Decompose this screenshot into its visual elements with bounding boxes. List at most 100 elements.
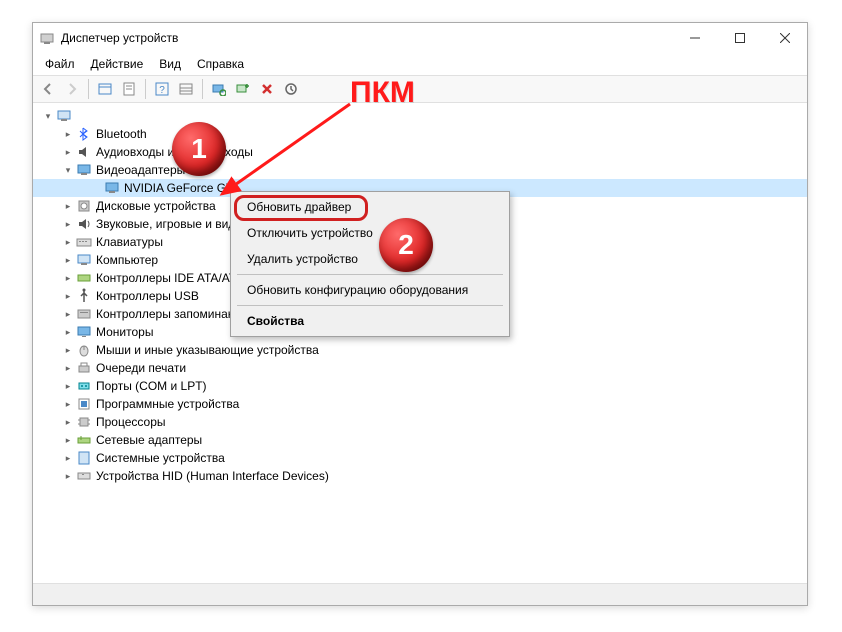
cm-properties[interactable]: Свойства [233,308,507,334]
menu-help[interactable]: Справка [189,55,252,73]
tree-print-queues[interactable]: ▸ Очереди печати [33,359,807,377]
minimize-button[interactable] [672,23,717,53]
monitor-icon [76,324,92,340]
tree-bluetooth[interactable]: ▸ Bluetooth [33,125,807,143]
tree-label: Мыши и иные указывающие устройства [96,343,319,357]
computer-icon [76,252,92,268]
expand-icon[interactable]: ▸ [61,291,75,302]
app-icon [39,30,55,46]
tree-ports[interactable]: ▸ Порты (COM и LPT) [33,377,807,395]
computer-icon [56,108,72,124]
tree-system-devices[interactable]: ▸ Системные устройства [33,449,807,467]
expand-icon[interactable]: ▸ [61,273,75,284]
tree-label: Видеоадаптеры [96,163,185,177]
expand-icon[interactable]: ▸ [61,435,75,446]
tree-software-devices[interactable]: ▸ Программные устройства [33,395,807,413]
tree-label: Bluetooth [96,127,147,141]
hid-icon [76,468,92,484]
tree-network-adapters[interactable]: ▸ Сетевые адаптеры [33,431,807,449]
cm-disable-device[interactable]: Отключить устройство [233,220,507,246]
expand-icon[interactable]: ▸ [61,219,75,230]
network-icon [76,432,92,448]
expand-icon[interactable]: ▸ [61,345,75,356]
menu-view[interactable]: Вид [151,55,189,73]
bluetooth-icon [76,126,92,142]
disk-icon [76,198,92,214]
tree-label: Очереди печати [96,361,186,375]
keyboard-icon [76,234,92,250]
menu-file[interactable]: Файл [37,55,83,73]
svg-text:?: ? [159,85,165,96]
statusbar [33,583,807,605]
show-hidden-button[interactable] [94,78,116,100]
port-icon [76,378,92,394]
display-adapter-icon [76,162,92,178]
audio-icon [76,144,92,160]
tree-root[interactable]: ▾ [33,107,807,125]
expand-icon[interactable]: ▸ [61,327,75,338]
tree-label: Процессоры [96,415,166,429]
tree-label: Системные устройства [96,451,225,465]
expand-icon[interactable]: ▸ [61,417,75,428]
tree-label: Сетевые адаптеры [96,433,202,447]
expand-icon[interactable]: ▸ [61,471,75,482]
system-icon [76,450,92,466]
cm-separator [237,305,503,306]
tree-processors[interactable]: ▸ Процессоры [33,413,807,431]
menu-action[interactable]: Действие [83,55,152,73]
mouse-icon [76,342,92,358]
expand-icon[interactable]: ▸ [61,381,75,392]
add-legacy-button[interactable] [232,78,254,100]
tree-label: Порты (COM и LPT) [96,379,207,393]
expand-icon[interactable]: ▸ [61,129,75,140]
cm-update-driver[interactable]: Обновить драйвер [233,194,507,220]
tree-audio[interactable]: ▸ Аудиовходы и аудиовыходы [33,143,807,161]
toolbar-separator [88,79,89,99]
software-icon [76,396,92,412]
titlebar: Диспетчер устройств [33,23,807,53]
context-menu: Обновить драйвер Отключить устройство Уд… [230,191,510,337]
expand-icon[interactable]: ▸ [61,309,75,320]
back-button[interactable] [37,78,59,100]
expand-icon[interactable]: ▸ [61,399,75,410]
storage-icon [76,306,92,322]
controller-icon [76,270,92,286]
scan-hardware-button[interactable] [208,78,230,100]
expand-icon[interactable]: ▸ [61,363,75,374]
tree-label: Устройства HID (Human Interface Devices) [96,469,329,483]
cm-update-config[interactable]: Обновить конфигурацию оборудования [233,277,507,303]
tree-label: Дисковые устройства [96,199,216,213]
expand-icon[interactable]: ▸ [61,237,75,248]
device-tree[interactable]: ▾ ▸ Bluetooth ▸ Аудиовходы и аудиовыходы… [33,103,807,583]
properties-button[interactable] [118,78,140,100]
collapse-icon[interactable]: ▾ [41,111,55,122]
forward-button[interactable] [61,78,83,100]
expand-icon[interactable]: ▸ [61,147,75,158]
tree-label: NVIDIA GeForce GT [124,181,233,195]
expand-icon[interactable]: ▸ [61,453,75,464]
tree-hid[interactable]: ▸ Устройства HID (Human Interface Device… [33,467,807,485]
uninstall-button[interactable] [256,78,278,100]
cm-remove-device[interactable]: Удалить устройство [233,246,507,272]
tree-label: Программные устройства [96,397,239,411]
collapse-icon[interactable]: ▾ [61,165,75,176]
tree-label: Мониторы [96,325,153,339]
update-driver-button[interactable] [280,78,302,100]
tree-mice[interactable]: ▸ Мыши и иные указывающие устройства [33,341,807,359]
close-button[interactable] [762,23,807,53]
tree-label: Аудиовходы и аудиовыходы [96,145,253,159]
window-title: Диспетчер устройств [61,31,672,45]
expand-icon[interactable]: ▸ [61,201,75,212]
tree-label: Клавиатуры [96,235,163,249]
list-button[interactable] [175,78,197,100]
display-adapter-icon [104,180,120,196]
expand-icon[interactable]: ▸ [61,255,75,266]
cpu-icon [76,414,92,430]
menubar: Файл Действие Вид Справка [33,53,807,75]
maximize-button[interactable] [717,23,762,53]
sound-icon [76,216,92,232]
toolbar-separator [145,79,146,99]
cm-separator [237,274,503,275]
tree-video-adapters[interactable]: ▾ Видеоадаптеры [33,161,807,179]
help-button[interactable]: ? [151,78,173,100]
